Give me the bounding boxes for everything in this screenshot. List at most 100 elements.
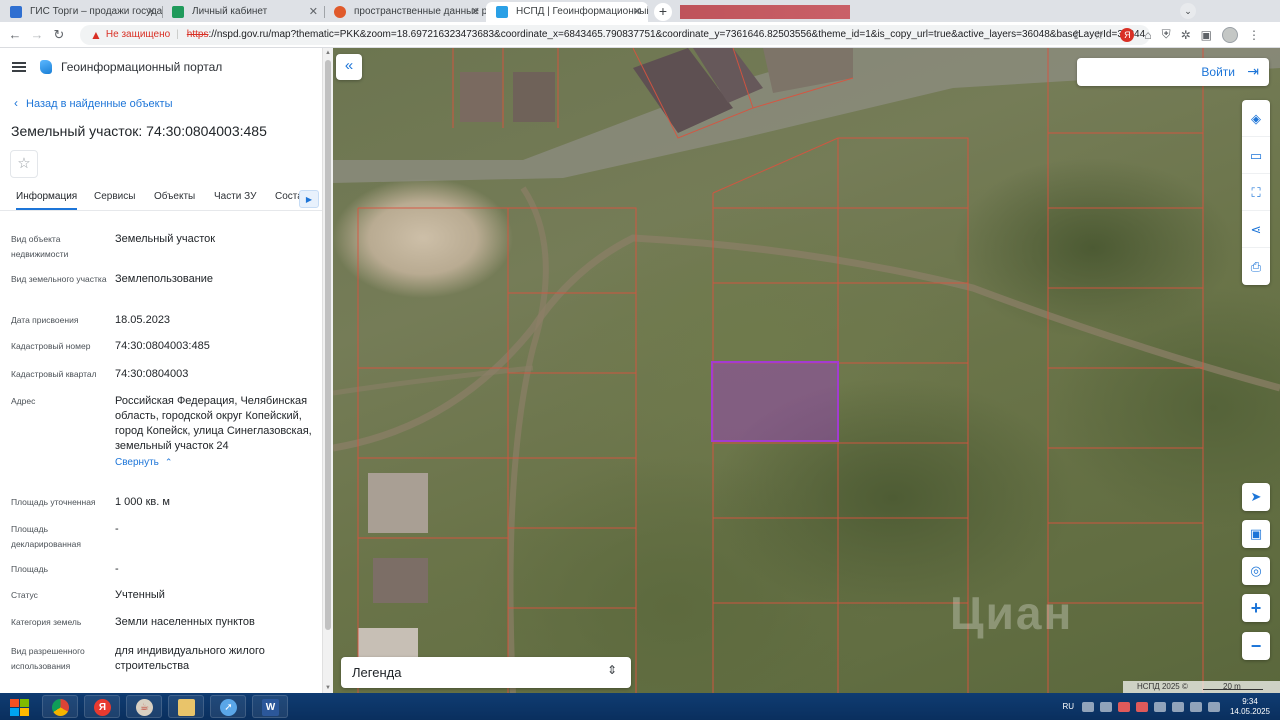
- portal-logo-icon: [40, 60, 52, 74]
- system-clock[interactable]: 9:34 14.05.2025: [1226, 697, 1274, 717]
- tab-information[interactable]: Информация: [16, 191, 78, 210]
- browser-toolbar: ← → ↻ ▲ Не защищено | https://nspd.gov.r…: [0, 22, 1280, 48]
- close-tab-icon[interactable]: ✕: [471, 2, 480, 22]
- close-tab-icon[interactable]: ✕: [147, 2, 156, 22]
- portal-brand[interactable]: Геоинформационный портал: [61, 60, 222, 74]
- word-icon: W: [262, 699, 279, 716]
- scale-label: 20 m: [1223, 682, 1241, 691]
- tray-network-icon[interactable]: [1100, 701, 1112, 712]
- browser-tab-gis-torgi[interactable]: ГИС Торги – продажи государств ✕: [0, 2, 162, 22]
- taskbar-java[interactable]: ☕: [126, 695, 162, 718]
- tray-app-icon[interactable]: [1154, 701, 1166, 712]
- collapse-address-link[interactable]: Свернуть ⌃: [115, 455, 315, 470]
- collapse-panel-button[interactable]: «: [336, 54, 362, 80]
- tab-objects[interactable]: Объекты: [154, 191, 195, 202]
- scrollbar-thumb[interactable]: [325, 60, 331, 630]
- locate-point-button[interactable]: ◎: [1242, 557, 1270, 585]
- blurred-window-title: [680, 5, 850, 19]
- browser-tab-strip: ГИС Торги – продажи государств ✕ Личный …: [0, 0, 1280, 22]
- page-title: Земельный участок: 74:30:0804003:485: [11, 123, 267, 139]
- tray-arrow-icon[interactable]: [1082, 701, 1094, 712]
- bookmark-star-icon[interactable]: ☆: [1093, 28, 1104, 42]
- tray-battery-icon[interactable]: [1190, 701, 1202, 712]
- browser-menu-icon[interactable]: ⋮: [1248, 28, 1260, 42]
- home-extension-icon[interactable]: ⌂: [1144, 28, 1151, 42]
- keyboard-language[interactable]: RU: [1062, 702, 1074, 711]
- paper-plane-icon: ➚: [220, 699, 237, 716]
- tab-services[interactable]: Сервисы: [94, 191, 135, 202]
- area-select-icon: ⛶: [1251, 185, 1261, 200]
- browser-tab-personal-account[interactable]: Личный кабинет ✕: [162, 2, 324, 22]
- browser-tab-spatial-data[interactable]: пространственные данные росс ✕: [324, 2, 486, 22]
- side-panel-icon[interactable]: ▣: [1201, 28, 1212, 42]
- selected-parcel[interactable]: [711, 361, 839, 442]
- taskbar-yandex[interactable]: Я: [84, 695, 120, 718]
- tray-yandex-icon[interactable]: [1136, 701, 1148, 712]
- legend-label: Легенда: [352, 665, 402, 680]
- forward-arrow-icon[interactable]: →: [26, 27, 48, 42]
- legend-dropdown[interactable]: Легенда ⇕: [341, 657, 631, 688]
- windows-taskbar: Я ☕ ➚ W RU 9:34 14.05.2025: [0, 693, 1280, 720]
- minimap-button[interactable]: ▣: [1242, 520, 1270, 548]
- print-button[interactable]: ⎙: [1242, 248, 1270, 285]
- back-arrow-icon[interactable]: ←: [4, 27, 26, 42]
- star-icon: ☆: [17, 155, 31, 172]
- map-view[interactable]: Циан « Войти ⇥ ◈ ▭ ⛶ ⋖ ⎙ ➤ ▣ ◎ + − Леген…: [333, 48, 1280, 693]
- scroll-up-arrow-icon[interactable]: ▲: [325, 50, 331, 56]
- start-button[interactable]: [2, 694, 34, 719]
- geolocation-button[interactable]: ➤: [1242, 483, 1270, 511]
- satellite-map-layer: [333, 48, 1280, 693]
- shield-extension-icon[interactable]: ⛨: [1162, 27, 1171, 42]
- tray-app-icon[interactable]: [1172, 701, 1184, 712]
- panel-scrollbar[interactable]: ▲ ▼: [322, 48, 333, 693]
- scroll-down-arrow-icon[interactable]: ▼: [325, 685, 331, 691]
- security-status[interactable]: Не защищено: [106, 29, 170, 40]
- login-label: Войти: [1201, 65, 1235, 79]
- tray-antivirus-icon[interactable]: [1118, 701, 1130, 712]
- taskbar-word[interactable]: W: [252, 695, 288, 718]
- map-attribution: НСПД 2025 © 20 m: [1123, 681, 1280, 693]
- tab-search-chevron-icon[interactable]: ⌄: [1180, 3, 1196, 19]
- address-bar[interactable]: ▲ Не защищено | https://nspd.gov.ru/map?…: [80, 24, 1150, 45]
- close-tab-icon[interactable]: ✕: [309, 2, 318, 22]
- zoom-in-button[interactable]: +: [1242, 594, 1270, 622]
- close-tab-icon[interactable]: ✕: [633, 2, 642, 22]
- login-button[interactable]: Войти ⇥: [1077, 58, 1269, 86]
- yandex-browser-icon: Я: [94, 699, 111, 716]
- share-page-icon[interactable]: ⇪: [1071, 28, 1081, 42]
- measure-button[interactable]: ▭: [1242, 137, 1270, 174]
- panel-header: Геоинформационный портал: [0, 48, 322, 86]
- chrome-icon: [52, 699, 69, 716]
- extensions-puzzle-icon[interactable]: ✲: [1181, 28, 1191, 42]
- hamburger-menu-icon[interactable]: [12, 60, 26, 74]
- taskbar-app[interactable]: ➚: [210, 695, 246, 718]
- profile-avatar[interactable]: [1222, 26, 1238, 43]
- building-roof: [460, 72, 502, 122]
- favorite-star-button[interactable]: ☆: [10, 150, 38, 178]
- select-area-button[interactable]: ⛶: [1242, 174, 1270, 211]
- map-tools: ◈ ▭ ⛶ ⋖ ⎙: [1242, 100, 1270, 285]
- back-to-results-link[interactable]: ‹ Назад в найденные объекты: [14, 96, 173, 110]
- address-block: Российская Федерация, Челябинская област…: [115, 394, 315, 470]
- folder-icon: [178, 699, 195, 716]
- tray-volume-icon[interactable]: [1208, 701, 1220, 712]
- chevron-up-icon: ⌃: [164, 457, 173, 467]
- taskbar-chrome[interactable]: [42, 695, 78, 718]
- tab-parcel-parts[interactable]: Части ЗУ: [214, 191, 256, 202]
- reload-icon[interactable]: ↻: [48, 27, 70, 43]
- field-label: Категория земель: [11, 617, 82, 627]
- new-tab-button[interactable]: +: [654, 3, 672, 21]
- yandex-extension-icon[interactable]: Я: [1120, 27, 1135, 42]
- location-pin-icon: ◎: [1250, 563, 1262, 578]
- minimap-icon: ▣: [1249, 526, 1263, 541]
- share-button[interactable]: ⋖: [1242, 211, 1270, 248]
- browser-tab-nspd[interactable]: НСПД | Геоинформационный п ✕: [486, 2, 648, 22]
- taskbar-explorer[interactable]: [168, 695, 204, 718]
- field-value: для индивидуального жилого строительства: [115, 645, 265, 672]
- object-info-panel: Геоинформационный портал ‹ Назад в найден…: [0, 48, 322, 693]
- info-tabs: Информация Сервисы Объекты Части ЗУ Сост…: [0, 185, 322, 211]
- clock-date: 14.05.2025: [1229, 706, 1271, 716]
- zoom-out-button[interactable]: −: [1242, 632, 1270, 660]
- tabs-scroll-right-button[interactable]: ▶: [299, 190, 319, 208]
- layers-button[interactable]: ◈: [1242, 100, 1270, 137]
